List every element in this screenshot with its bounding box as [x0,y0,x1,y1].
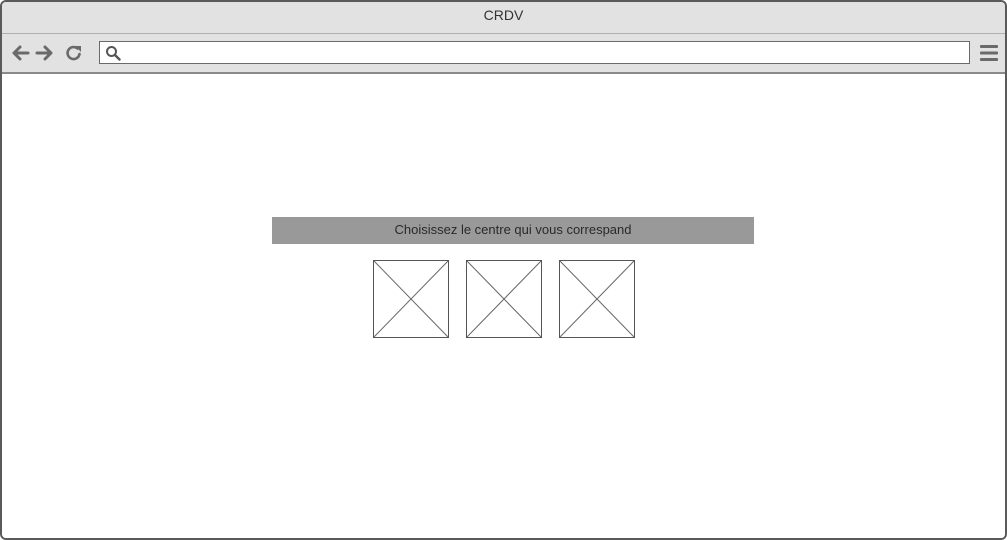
address-bar[interactable] [99,41,970,64]
search-icon [106,46,121,61]
centre-option-3[interactable] [559,260,635,338]
choose-centre-banner: Choisissez le centre qui vous correspand [272,217,754,244]
window-title: CRDV [483,7,524,23]
image-placeholder-icon [374,261,448,337]
browser-toolbar [2,34,1005,74]
back-button[interactable] [10,43,30,63]
image-placeholder-icon [467,261,541,337]
arrow-left-icon [12,45,30,61]
hamburger-menu-icon [980,45,998,61]
reload-button[interactable] [64,43,84,63]
page-content: Choisissez le centre qui vous correspand [2,74,1005,538]
reload-icon [66,45,81,61]
address-input[interactable] [126,42,964,63]
centre-option-1[interactable] [373,260,449,338]
arrow-right-icon [35,45,53,61]
banner-text: Choisissez le centre qui vous correspand [394,222,632,237]
forward-button[interactable] [35,43,55,63]
centre-option-2[interactable] [466,260,542,338]
menu-button[interactable] [979,44,999,62]
browser-window: CRDV Choisissez le centre qui vous corre… [0,0,1007,540]
title-bar: CRDV [2,2,1005,34]
image-placeholder-icon [560,261,634,337]
